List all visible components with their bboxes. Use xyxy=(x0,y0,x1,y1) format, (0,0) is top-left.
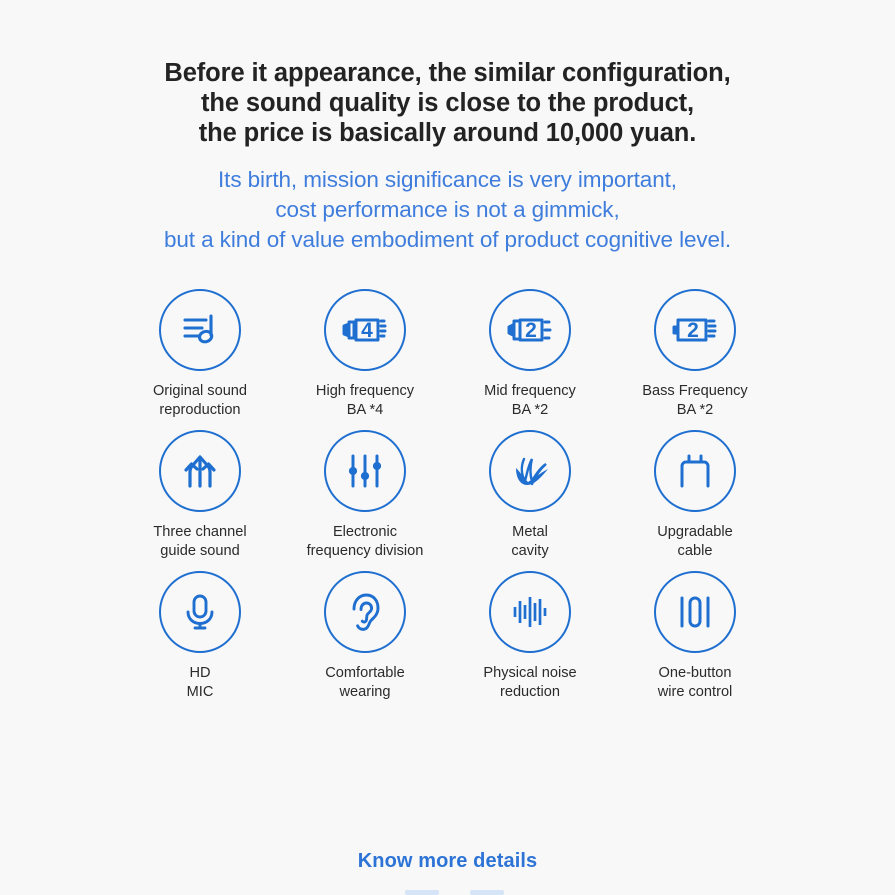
feature-icon-badge xyxy=(489,571,571,653)
feature-item-noise-reduction: Physical noise reduction xyxy=(448,571,613,701)
two-pin-connector-icon xyxy=(672,448,718,494)
subheadline-line-1: Its birth, mission significance is very … xyxy=(218,167,677,192)
feature-label: HD MIC xyxy=(186,665,214,700)
know-more-details-link[interactable]: Know more details xyxy=(358,850,538,873)
sliver-segment-left xyxy=(405,890,439,895)
feature-label: Comfortable wearing xyxy=(325,665,405,700)
feature-item-high-frequency-ba: 4 High frequency BA *4 xyxy=(283,289,448,419)
metal-swoosh-icon xyxy=(507,448,553,494)
ear-icon xyxy=(342,589,388,635)
feature-icon-badge xyxy=(324,430,406,512)
feature-item-hd-mic: HD MIC xyxy=(118,571,283,701)
feature-icon-badge xyxy=(489,430,571,512)
svg-text:2: 2 xyxy=(525,319,537,342)
feature-item-mid-frequency-ba: 2 Mid frequency BA *2 xyxy=(448,289,613,419)
waveform-bars-icon xyxy=(507,589,553,635)
ba-driver-4-icon: 4 xyxy=(340,310,390,350)
footer: Know more details xyxy=(0,850,895,873)
feature-icon-badge: 2 xyxy=(654,289,736,371)
feature-icon-badge: 4 xyxy=(324,289,406,371)
feature-label: One-button wire control xyxy=(657,665,733,700)
feature-item-bass-frequency-ba: 2 Bass Frequency BA *2 xyxy=(613,289,778,419)
ba-driver-2-mid-icon: 2 xyxy=(505,310,555,350)
feature-icon-badge xyxy=(324,571,406,653)
feature-icon-badge xyxy=(159,571,241,653)
feature-item-metal-cavity: Metal cavity xyxy=(448,430,613,560)
feature-item-comfortable-wearing: Comfortable wearing xyxy=(283,571,448,701)
feature-label: High frequency BA *4 xyxy=(315,383,415,418)
sliver-segment-right xyxy=(470,890,504,895)
subheadline-line-2: cost performance is not a gimmick, xyxy=(275,197,620,222)
svg-text:2: 2 xyxy=(687,319,699,342)
three-arrows-icon xyxy=(177,448,223,494)
feature-icon-badge xyxy=(654,571,736,653)
feature-icon-badge: 2 xyxy=(489,289,571,371)
svg-text:4: 4 xyxy=(361,319,373,342)
microphone-icon xyxy=(177,589,223,635)
subheadline-line-3: but a kind of value embodiment of produc… xyxy=(163,227,732,252)
music-note-lines-icon xyxy=(177,307,223,353)
product-feature-infographic: Before it appearance, the similar config… xyxy=(0,0,895,895)
headline-line-2: the sound quality is close to the produc… xyxy=(200,89,695,117)
feature-label: Metal cavity xyxy=(511,524,549,559)
feature-item-three-channel: Three channel guide sound xyxy=(118,430,283,560)
headline-line-3: the price is basically around 10,000 yua… xyxy=(198,119,697,147)
page-headline: Before it appearance, the similar config… xyxy=(0,0,895,148)
feature-label: Physical noise reduction xyxy=(483,665,577,700)
feature-grid: Original sound reproduction 4 High frequ… xyxy=(118,255,778,701)
feature-label: Three channel guide sound xyxy=(153,524,247,559)
feature-label: Bass Frequency BA *2 xyxy=(642,383,748,418)
feature-item-upgradable-cable: Upgradable cable xyxy=(613,430,778,560)
feature-item-wire-control: One-button wire control xyxy=(613,571,778,701)
feature-label: Electronic frequency division xyxy=(306,524,424,559)
ba-driver-2-bass-icon: 2 xyxy=(670,310,720,350)
feature-label: Upgradable cable xyxy=(657,524,733,559)
feature-icon-badge xyxy=(159,289,241,371)
headline-line-1: Before it appearance, the similar config… xyxy=(164,59,731,87)
feature-icon-badge xyxy=(159,430,241,512)
feature-label: Mid frequency BA *2 xyxy=(484,383,576,418)
feature-item-frequency-division: Electronic frequency division xyxy=(283,430,448,560)
feature-item-original-sound: Original sound reproduction xyxy=(118,289,283,419)
page-bottom-sliver xyxy=(0,889,895,895)
page-subheadline: Its birth, mission significance is very … xyxy=(0,148,895,255)
equalizer-sliders-icon xyxy=(342,448,388,494)
wire-control-button-icon xyxy=(672,589,718,635)
feature-label: Original sound reproduction xyxy=(152,383,248,418)
feature-icon-badge xyxy=(654,430,736,512)
